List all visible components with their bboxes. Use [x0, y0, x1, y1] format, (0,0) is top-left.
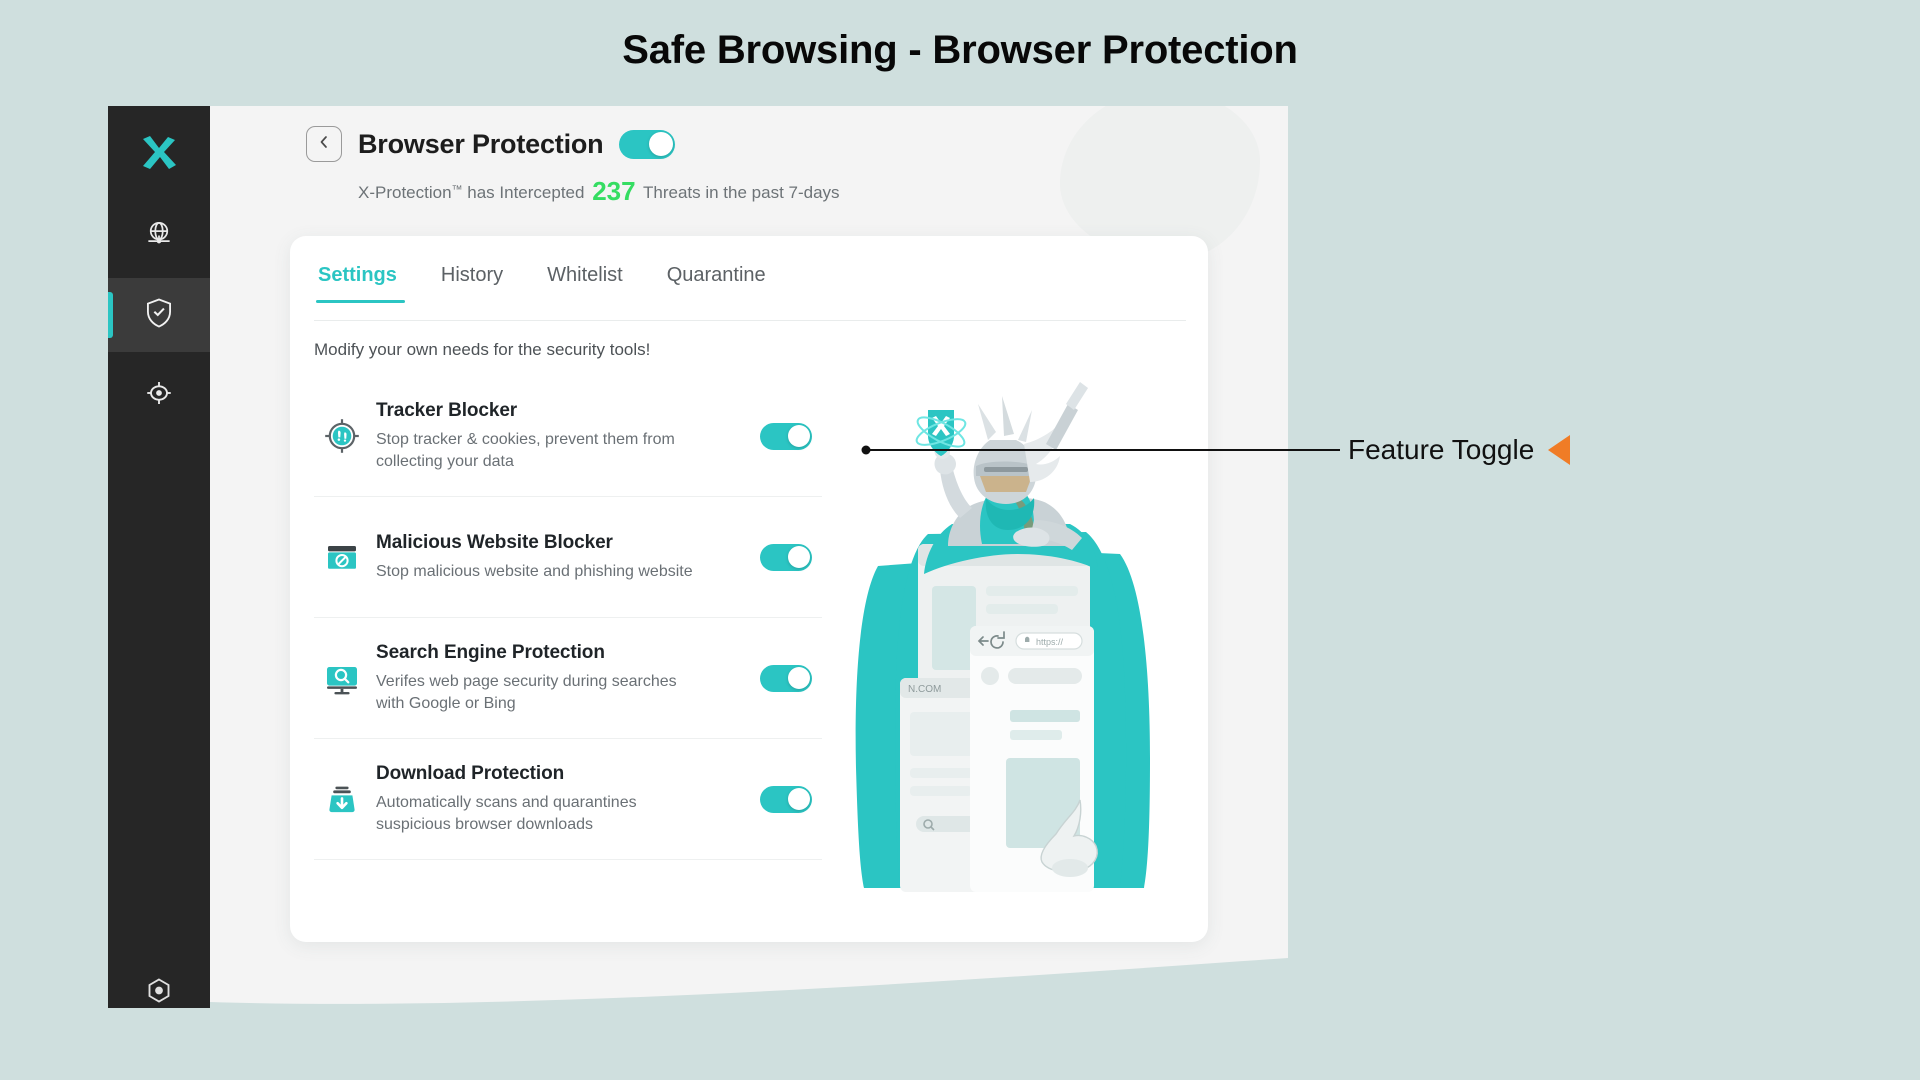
toggle-knob — [787, 425, 810, 447]
tab-quarantine[interactable]: Quarantine — [645, 264, 788, 303]
toggle-knob — [787, 788, 810, 810]
feature-text: Tracker Blocker Stop tracker & cookies, … — [370, 382, 760, 490]
annotation-label-text: Feature Toggle — [1348, 434, 1535, 465]
annotation-callout: Feature Toggle — [1348, 434, 1571, 466]
settings-card: Settings History Whitelist Quarantine Mo… — [290, 236, 1208, 942]
summary-mid-text: has Intercepted — [462, 183, 590, 202]
shield-check-icon — [144, 297, 174, 334]
sidebar-item-protection[interactable] — [108, 278, 210, 352]
feature-title: Search Engine Protection — [376, 642, 605, 664]
sidebar — [108, 106, 210, 1008]
main-panel: Browser Protection X-Protection™ has Int… — [210, 106, 1288, 1008]
x-logo-icon — [138, 133, 180, 178]
tab-history[interactable]: History — [419, 264, 525, 303]
sidebar-item-settings[interactable] — [108, 956, 210, 1008]
tab-bar: Settings History Whitelist Quarantine — [314, 264, 788, 303]
svg-text:https://: https:// — [1036, 637, 1064, 647]
feature-desc: Stop malicious website and phishing webs… — [376, 562, 693, 580]
window-bottom-curve — [210, 958, 1288, 1008]
search-monitor-icon — [314, 658, 370, 698]
feature-title: Malicious Website Blocker — [376, 531, 613, 553]
toggle-knob — [787, 546, 810, 568]
threat-count: 237 — [592, 176, 636, 206]
malicious-window-icon — [314, 537, 370, 577]
sidebar-item-web[interactable] — [108, 198, 210, 272]
app-window: Browser Protection X-Protection™ has Int… — [108, 106, 1288, 1008]
tracker-target-icon — [314, 416, 370, 456]
sidebar-item-logo — [108, 118, 210, 192]
tracker-blocker-toggle[interactable] — [760, 422, 812, 450]
trademark-symbol: ™ — [451, 184, 463, 196]
gear-icon — [144, 976, 174, 1009]
page-title: Safe Browsing - Browser Protection — [622, 28, 1298, 72]
feature-desc: Automatically scans and quarantines susp… — [376, 794, 637, 833]
back-button[interactable] — [306, 126, 342, 162]
feature-list: Tracker Blocker Stop tracker & cookies, … — [314, 376, 822, 860]
brand-name: X-Protection — [358, 183, 452, 202]
modify-note: Modify your own needs for the security t… — [314, 340, 651, 359]
summary-suffix-text: Threats in the past 7-days — [638, 183, 840, 202]
feature-desc: Verifes web page security during searche… — [376, 673, 677, 712]
sidebar-item-scan[interactable] — [108, 358, 210, 432]
feature-title: Download Protection — [376, 763, 565, 785]
feature-text: Malicious Website Blocker Stop malicious… — [370, 514, 760, 600]
chevron-left-icon — [316, 134, 332, 155]
malicious-website-blocker-toggle[interactable] — [760, 543, 812, 571]
left-triangle-icon — [1548, 435, 1571, 465]
toggle-knob — [787, 667, 810, 689]
page-heading: Browser Protection — [358, 128, 604, 159]
svg-text:N.COM: N.COM — [908, 684, 941, 695]
feature-row-download-protection: Download Protection Automatically scans … — [314, 739, 822, 860]
search-engine-protection-toggle[interactable] — [760, 664, 812, 692]
toggle-knob — [648, 132, 673, 156]
feature-row-search-engine-protection: Search Engine Protection Verifes web pag… — [314, 618, 822, 739]
feature-row-tracker-blocker: Tracker Blocker Stop tracker & cookies, … — [314, 376, 822, 497]
download-tray-icon — [314, 779, 370, 819]
feature-text: Search Engine Protection Verifes web pag… — [370, 624, 760, 732]
feature-title: Tracker Blocker — [376, 400, 518, 422]
tab-divider — [314, 320, 1186, 321]
feature-desc: Stop tracker & cookies, prevent them fro… — [376, 431, 675, 470]
download-protection-toggle[interactable] — [760, 785, 812, 813]
feature-row-malicious-website-blocker: Malicious Website Blocker Stop malicious… — [314, 497, 822, 618]
master-toggle[interactable] — [619, 129, 676, 159]
feature-text: Download Protection Automatically scans … — [370, 745, 760, 853]
target-icon — [144, 378, 174, 413]
annotation-leader-line — [861, 445, 1340, 455]
tab-whitelist[interactable]: Whitelist — [525, 264, 645, 303]
header-row: Browser Protection — [306, 126, 676, 162]
tab-settings[interactable]: Settings — [314, 264, 419, 303]
globe-icon — [144, 218, 174, 253]
knight-guarding-browsers-illustration: .COM N.COM — [820, 348, 1200, 908]
threat-summary: X-Protection™ has Intercepted 237 Threat… — [358, 176, 840, 207]
